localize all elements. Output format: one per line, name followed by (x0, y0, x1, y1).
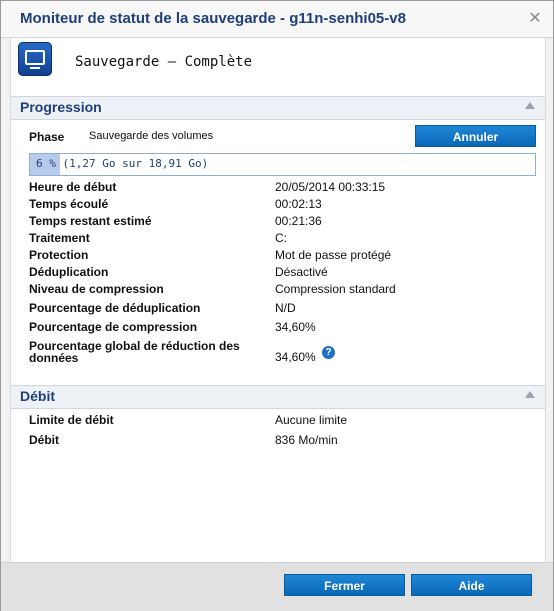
progression-row-label: Protection (29, 248, 89, 262)
close-button[interactable]: Fermer (284, 574, 405, 596)
debit-section-header[interactable]: Débit (11, 385, 545, 409)
backup-status-monitor-window: Moniteur de statut de la sauvegarde - g1… (0, 0, 554, 611)
help-button[interactable]: Aide (411, 574, 532, 596)
backup-progress-bar: 6 % (1,27 Go sur 18,91 Go) (29, 153, 536, 176)
progression-row-label: Temps écoulé (29, 197, 109, 211)
progression-row-label: Temps restant estimé (29, 214, 152, 228)
progression-row-value: N/D (275, 301, 296, 315)
progression-row-value: 20/05/2014 00:33:15 (275, 180, 386, 194)
debit-row-label: Limite de débit (29, 413, 114, 427)
progression-row-label: Traitement (29, 231, 90, 245)
backup-monitor-icon (18, 42, 52, 76)
progression-row-value: Désactivé (275, 265, 328, 279)
cancel-button[interactable]: Annuler (415, 125, 536, 147)
progression-row-value: 34,60% (275, 320, 316, 334)
collapse-progression-icon[interactable] (525, 102, 535, 109)
progression-section-header[interactable]: Progression (11, 96, 545, 120)
progression-row-label: Heure de début (29, 180, 117, 194)
progression-row-value: Compression standard (275, 282, 396, 296)
footer-bar: Fermer Aide (1, 562, 553, 611)
debit-row-value: 836 Mo/min (275, 433, 338, 447)
phase-label: Phase (29, 130, 65, 144)
debit-row-label: Débit (29, 433, 59, 447)
progression-row-label: Niveau de compression (29, 282, 164, 296)
progression-row-value: 00:02:13 (275, 197, 322, 211)
collapse-debit-icon[interactable] (525, 391, 535, 398)
close-icon[interactable]: ✕ (526, 10, 544, 28)
progression-row-label: Pourcentage de compression (29, 320, 198, 334)
title-bar: Moniteur de statut de la sauvegarde - g1… (1, 1, 553, 38)
progression-row-value: 00:21:36 (275, 214, 322, 228)
main-panel: Sauvegarde – Complète Progression Phase … (10, 38, 546, 562)
window-title: Moniteur de statut de la sauvegarde - g1… (20, 10, 406, 27)
progression-row-label: Pourcentage de déduplication (29, 301, 201, 315)
overall-reduction-label: Pourcentage global de réduction des donn… (29, 339, 240, 365)
debit-section-title: Débit (20, 388, 55, 404)
help-icon[interactable]: ? (322, 346, 335, 359)
progress-text: 6 % (1,27 Go sur 18,91 Go) (36, 157, 209, 170)
backup-status-title: Sauvegarde – Complète (75, 54, 253, 70)
progression-section-title: Progression (20, 99, 102, 115)
progression-row-label: Déduplication (29, 265, 109, 279)
phase-value: Sauvegarde des volumes (89, 130, 214, 142)
progression-row-value: C: (275, 231, 287, 245)
overall-reduction-value: 34,60% (275, 350, 316, 364)
debit-row-value: Aucune limite (275, 413, 348, 427)
progression-row-value: Mot de passe protégé (275, 248, 392, 262)
